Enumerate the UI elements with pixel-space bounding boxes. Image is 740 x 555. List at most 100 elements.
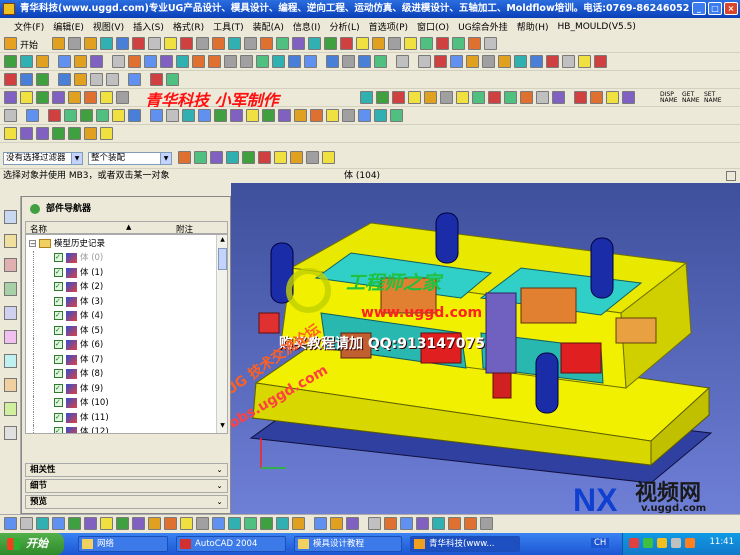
menu-edit[interactable]: 编辑(E) — [53, 20, 84, 33]
tree-item-body[interactable]: ✓ 体 (9) — [26, 381, 216, 396]
scroll-thumb[interactable] — [218, 248, 227, 270]
menu-insert[interactable]: 插入(S) — [133, 20, 164, 33]
volume-icon[interactable] — [657, 538, 667, 548]
toolbar-tool-icon[interactable] — [292, 517, 305, 530]
toolbar-tool-icon[interactable] — [452, 37, 465, 50]
chevron-down-icon[interactable]: ⌄ — [214, 497, 225, 508]
toolbar-tool-icon[interactable] — [144, 55, 157, 68]
menu-window[interactable]: 窗口(O) — [417, 20, 449, 33]
toolbar-tool-icon[interactable] — [294, 109, 307, 122]
menu-assembly[interactable]: 装配(A) — [253, 20, 284, 33]
toolbar-tool-icon[interactable] — [404, 37, 417, 50]
task-mould-tutorial[interactable]: 模具设计教程 — [294, 536, 402, 552]
toolbar-tool-icon[interactable] — [456, 91, 469, 104]
toolbar-tool-icon[interactable] — [196, 37, 209, 50]
toolbar-tool-icon[interactable] — [468, 37, 481, 50]
menu-analysis[interactable]: 分析(L) — [330, 20, 360, 33]
toolbar-tool-icon[interactable] — [342, 109, 355, 122]
toolbar-tool-icon[interactable] — [84, 91, 97, 104]
disp-name-button[interactable]: DISP NAME — [660, 92, 678, 104]
visibility-checkbox[interactable]: ✓ — [54, 325, 63, 335]
toolbar-tool-icon[interactable] — [192, 55, 205, 68]
toolbar-tool-icon[interactable] — [606, 91, 619, 104]
tree-item-body[interactable]: ✓ 体 (10) — [26, 396, 216, 410]
toolbar-tool-icon[interactable] — [68, 91, 81, 104]
visibility-checkbox[interactable]: ✓ — [54, 253, 63, 262]
toolbar-tool-icon[interactable] — [390, 109, 403, 122]
tree-item-body[interactable]: ✓ 体 (6) — [26, 338, 216, 352]
toolbar-tool-icon[interactable] — [224, 55, 237, 68]
process-studio-tab-icon[interactable] — [4, 354, 17, 368]
toolbar-tool-icon[interactable] — [112, 109, 125, 122]
task-ug-nx[interactable]: 青华科技(www... — [410, 536, 520, 552]
toolbar-tool-icon[interactable] — [164, 517, 177, 530]
tree-item-body[interactable]: ✓ 体 (5) — [26, 323, 216, 338]
toolbar-tool-icon[interactable] — [64, 109, 77, 122]
toolbar-tool-icon[interactable] — [246, 109, 259, 122]
toolbar-tool-icon[interactable] — [116, 91, 129, 104]
scroll-up-icon[interactable]: ▲ — [218, 236, 227, 246]
toolbar-tool-icon[interactable] — [4, 127, 17, 140]
maximize-button[interactable]: □ — [708, 2, 722, 15]
toolbar-tool-icon[interactable] — [400, 517, 413, 530]
visibility-checkbox[interactable]: ✓ — [54, 427, 63, 433]
visibility-checkbox[interactable]: ✓ — [54, 383, 63, 393]
toolbar-tool-icon[interactable] — [330, 517, 343, 530]
toolbar-tool-icon[interactable] — [90, 55, 103, 68]
input-language[interactable]: CH — [591, 538, 610, 548]
toolbar-tool-icon[interactable] — [272, 55, 285, 68]
toolbar-tool-icon[interactable] — [212, 37, 225, 50]
assembly-navigator-tab-icon[interactable] — [4, 234, 17, 248]
toolbar-tool-icon[interactable] — [182, 109, 195, 122]
toolbar-tool-icon[interactable] — [148, 37, 161, 50]
toolbar-tool-icon[interactable] — [52, 517, 65, 530]
menu-info[interactable]: 信息(I) — [293, 20, 321, 33]
visibility-checkbox[interactable]: ✓ — [54, 267, 63, 277]
chevron-down-icon[interactable]: ▼ — [71, 153, 82, 164]
toolbar-tool-icon[interactable] — [276, 37, 289, 50]
toolbar-tool-icon[interactable] — [276, 517, 289, 530]
toolbar-tool-icon[interactable] — [342, 55, 355, 68]
tree-item-body[interactable]: ✓ 体 (4) — [26, 309, 216, 323]
toolbar-tool-icon[interactable] — [416, 517, 429, 530]
toolbar-tool-icon[interactable] — [36, 517, 49, 530]
toolbar-tool-icon[interactable] — [106, 73, 119, 86]
toolbar-tool-icon[interactable] — [440, 91, 453, 104]
reuse-library-tab-icon[interactable] — [4, 258, 17, 272]
toolbar-tool-icon[interactable] — [292, 37, 305, 50]
tree-root[interactable]: − 模型历史记录 — [26, 237, 216, 251]
toolbar-tool-icon[interactable] — [52, 37, 65, 50]
toolbar-tool-icon[interactable] — [128, 73, 141, 86]
toolbar-tool-icon[interactable] — [20, 517, 33, 530]
toolbar-tool-icon[interactable] — [116, 37, 129, 50]
toolbar-tool-icon[interactable] — [198, 109, 211, 122]
toolbar-tool-icon[interactable] — [196, 517, 209, 530]
visibility-checkbox[interactable]: ✓ — [54, 311, 63, 320]
toolbar-tool-icon[interactable] — [230, 109, 243, 122]
tree-item-body[interactable]: ✓ 体 (7) — [26, 352, 216, 367]
toolbar-tool-icon[interactable] — [374, 55, 387, 68]
tree-item-body[interactable]: ✓ 体 (1) — [26, 265, 216, 280]
tree-item-body[interactable]: ✓ 体 (12) — [26, 425, 216, 433]
toolbar-tool-icon[interactable] — [562, 55, 575, 68]
toolbar-tool-icon[interactable] — [116, 517, 129, 530]
toolbar-tool-icon[interactable] — [322, 151, 335, 164]
toolbar-tool-icon[interactable] — [356, 37, 369, 50]
visibility-checkbox[interactable]: ✓ — [54, 296, 63, 306]
toolbar-tool-icon[interactable] — [90, 73, 103, 86]
toolbar-tool-icon[interactable] — [504, 91, 517, 104]
toolbar-tool-icon[interactable] — [594, 55, 607, 68]
toolbar-tool-icon[interactable] — [424, 91, 437, 104]
toolbar-tool-icon[interactable] — [520, 91, 533, 104]
menu-format[interactable]: 格式(R) — [173, 20, 204, 33]
toolbar-tool-icon[interactable] — [68, 37, 81, 50]
toolbar-tool-icon[interactable] — [290, 151, 303, 164]
toolbar-tool-icon[interactable] — [308, 37, 321, 50]
toolbar-tool-icon[interactable] — [58, 55, 71, 68]
toolbar-tool-icon[interactable] — [358, 109, 371, 122]
toolbar-tool-icon[interactable] — [36, 73, 49, 86]
toolbar-tool-icon[interactable] — [358, 55, 371, 68]
toolbar-tool-icon[interactable] — [244, 517, 257, 530]
toolbar-tool-icon[interactable] — [52, 127, 65, 140]
tree-item-body[interactable]: ✓ 体 (2) — [26, 280, 216, 294]
